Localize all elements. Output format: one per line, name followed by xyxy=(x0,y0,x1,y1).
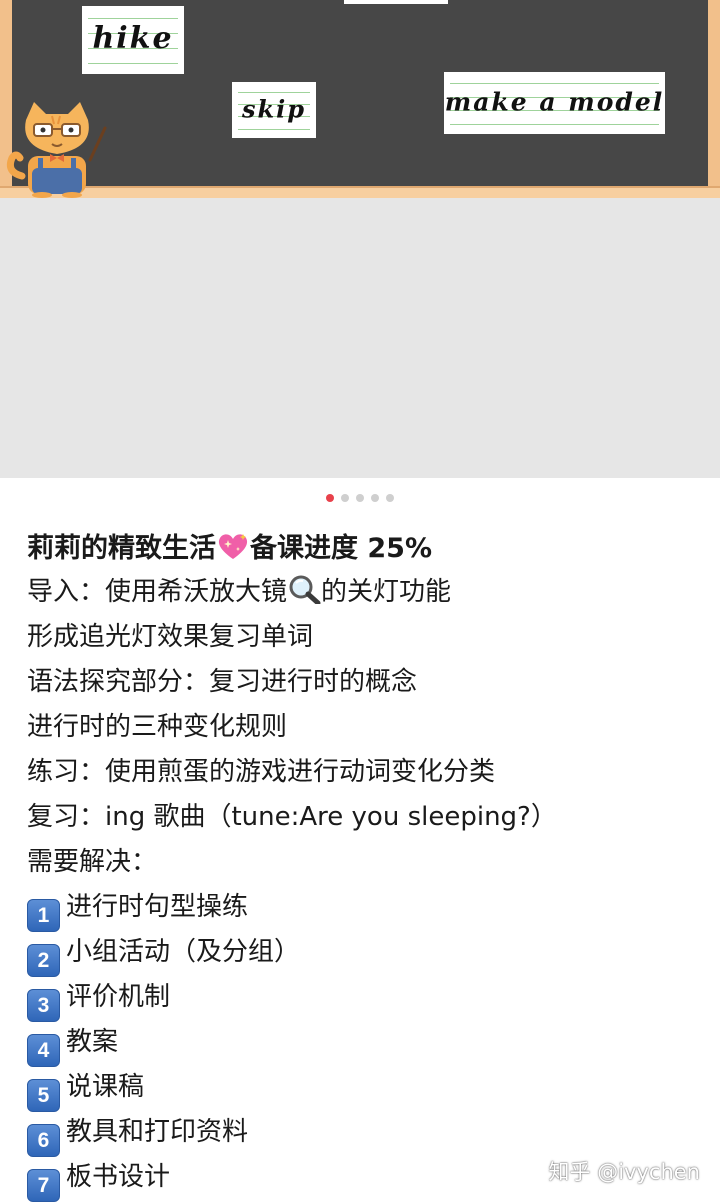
todo-item: 4 教案 xyxy=(27,1020,707,1067)
todo-item: 1 进行时句型操练 xyxy=(27,885,707,932)
post-title-text: 莉莉的精致生活 xyxy=(27,533,216,564)
keycap-7-icon: 7 xyxy=(27,1169,60,1202)
todo-item-label: 说课稿 xyxy=(66,1072,145,1102)
cat-teacher-illustration xyxy=(6,102,107,198)
keycap-6-icon: 6 xyxy=(27,1124,60,1157)
carousel-dot-2[interactable] xyxy=(341,494,349,502)
carousel-dot-4[interactable] xyxy=(371,494,379,502)
post-title: 莉莉的精致生活 备课进度 25% xyxy=(27,528,707,570)
carousel-dot-5[interactable] xyxy=(386,494,394,502)
word-card-text: hike xyxy=(92,21,174,57)
post-line-text: 导入：使用希沃放大镜 xyxy=(27,577,288,607)
magnifier-icon xyxy=(289,575,321,604)
todo-item: 2 小组活动（及分组） xyxy=(27,930,707,977)
todo-item-label: 小组活动（及分组） xyxy=(66,937,301,967)
todo-item-label: 评价机制 xyxy=(66,982,171,1012)
todo-item-label: 教案 xyxy=(66,1027,119,1057)
word-card-text: make a model xyxy=(444,87,665,117)
post-line: 语法探究部分：复习进行时的概念 xyxy=(27,667,418,697)
post-line: 导入：使用希沃放大镜 的关灯功能 xyxy=(27,570,707,615)
carousel-dot-3[interactable] xyxy=(356,494,364,502)
post-line: 复习：ing 歌曲（tune:Are you sleeping?） xyxy=(27,802,557,832)
todo-item-label: 板书设计 xyxy=(66,1162,171,1192)
keycap-4-icon: 4 xyxy=(27,1034,60,1067)
word-card-make-a-model: make a model xyxy=(444,72,665,134)
post-line: 需要解决： xyxy=(27,847,158,877)
carousel-dot-1[interactable] xyxy=(326,494,334,502)
keycap-5-icon: 5 xyxy=(27,1079,60,1112)
keycap-1-icon: 1 xyxy=(27,899,60,932)
post-title-progress: 备课进度 25% xyxy=(250,533,433,564)
post-line: 进行时的三种变化规则 xyxy=(27,712,288,742)
todo-item: 5 说课稿 xyxy=(27,1065,707,1112)
word-card-skip: skip xyxy=(232,82,316,138)
sparkling-heart-icon xyxy=(218,534,248,559)
word-card-text: skip xyxy=(241,94,307,124)
carousel-image[interactable]: hike skip make a model xyxy=(0,0,720,478)
todo-item-label: 进行时句型操练 xyxy=(66,892,249,922)
keycap-3-icon: 3 xyxy=(27,989,60,1022)
post-line: 形成追光灯效果复习单词 xyxy=(27,622,314,652)
todo-item: 3 评价机制 xyxy=(27,975,707,1022)
todo-item: 6 教具和打印资料 xyxy=(27,1110,707,1157)
post-body: 莉莉的精致生活 备课进度 25% 导入：使用希沃放大镜 的关灯功能 形成追光灯效… xyxy=(27,528,707,1202)
keycap-2-icon: 2 xyxy=(27,944,60,977)
todo-item-label: 教具和打印资料 xyxy=(66,1117,249,1147)
word-card-partial xyxy=(344,0,448,4)
post-line: 练习：使用煎蛋的游戏进行动词变化分类 xyxy=(27,757,496,787)
word-card-hike: hike xyxy=(82,6,184,74)
zhihu-watermark: 知乎 @ivychen xyxy=(548,1160,700,1184)
post-line-text: 的关灯功能 xyxy=(321,577,452,607)
carousel-pagination xyxy=(0,494,720,502)
